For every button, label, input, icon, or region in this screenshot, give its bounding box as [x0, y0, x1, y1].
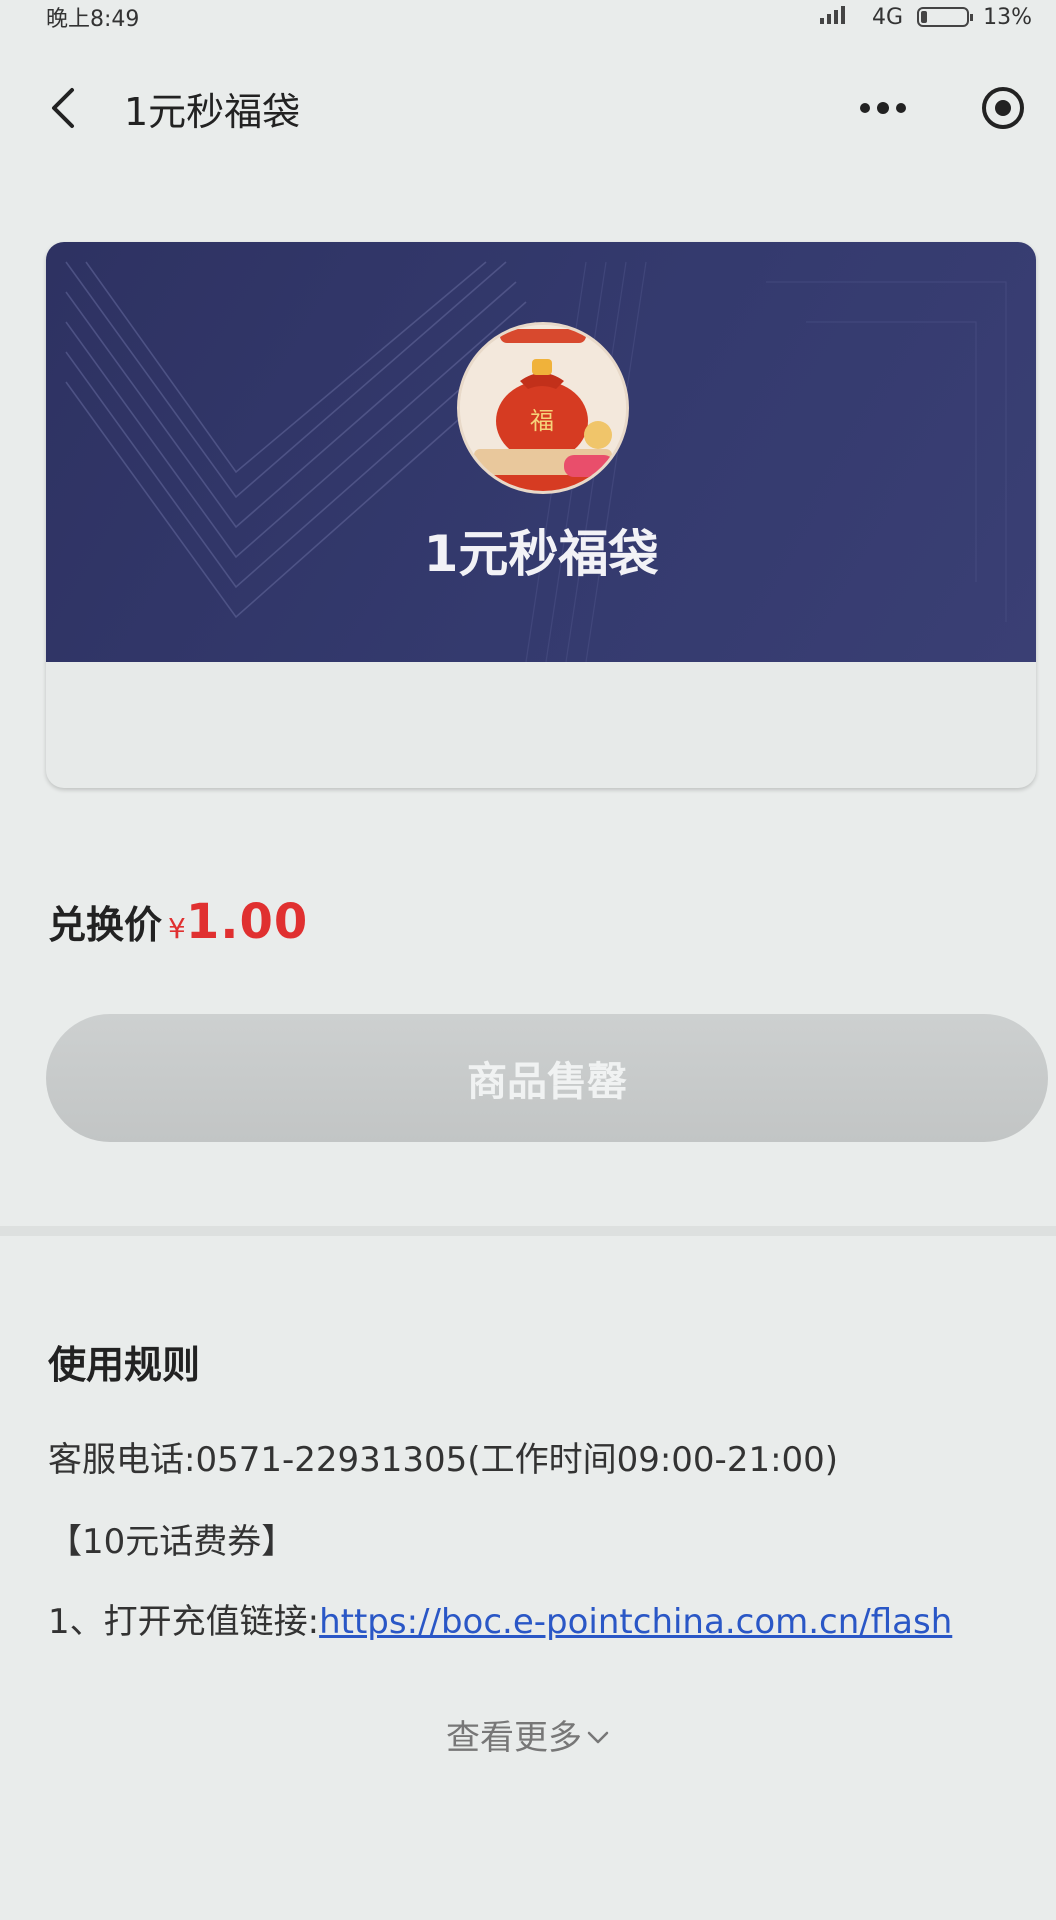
service-phone: 客服电话:0571-22931305(工作时间09:00-21:00): [48, 1440, 839, 1480]
more-dots-icon[interactable]: [858, 101, 908, 115]
page-title: 1元秒福袋: [124, 89, 301, 134]
product-card: 福 1元秒福袋: [46, 242, 1036, 788]
price-value: 1.00: [185, 894, 309, 950]
price-currency: ¥: [168, 912, 186, 945]
svg-text:福: 福: [530, 407, 554, 435]
battery-percent: 13%: [983, 4, 1032, 30]
battery-fill: [921, 11, 928, 23]
rules-title: 使用规则: [48, 1343, 201, 1387]
chevron-down-icon: [586, 1715, 610, 1755]
status-bar: 晚上8:49 4G 13%: [0, 0, 1056, 34]
nav-bar: 1元秒福袋: [0, 60, 1056, 156]
price-label: 兑换价: [48, 903, 163, 947]
rule-step-1: 1、打开充值链接:https://boc.e-pointchina.com.cn…: [48, 1594, 952, 1643]
voucher-header: 【10元话费券】: [48, 1522, 296, 1562]
view-more-button[interactable]: 查看更多: [0, 1710, 1056, 1759]
close-target-icon[interactable]: [980, 85, 1026, 131]
price-row: 兑换价 ¥ 1.00: [48, 894, 308, 950]
status-time: 晚上8:49: [46, 7, 140, 32]
signal-icon: [818, 4, 858, 30]
mini-program-capsule: [858, 85, 1026, 131]
product-image: 福: [457, 322, 629, 494]
product-name: 1元秒福袋: [423, 525, 659, 583]
section-divider: [0, 1226, 1056, 1236]
status-icons: 4G 13%: [818, 4, 1032, 30]
product-banner: 福 1元秒福袋: [46, 242, 1036, 662]
recharge-link[interactable]: https://boc.e-pointchina.com.cn/flash: [319, 1602, 952, 1642]
rule-step-1-prefix: 1、打开充值链接:: [48, 1602, 320, 1642]
battery-icon: [917, 7, 974, 27]
network-label: 4G: [872, 4, 904, 30]
view-more-label: 查看更多: [446, 1718, 582, 1758]
back-arrow-icon[interactable]: [44, 84, 80, 132]
content-fade: [48, 1654, 1008, 1678]
sold-out-button[interactable]: 商品售罄: [46, 1014, 1048, 1142]
